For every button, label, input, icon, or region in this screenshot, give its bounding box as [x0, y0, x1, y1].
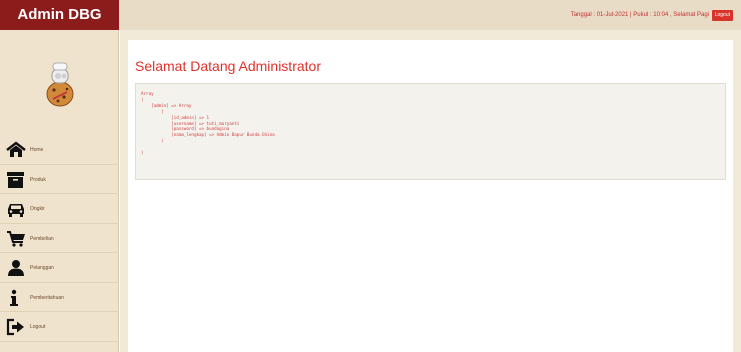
- code-line: (: [141, 108, 164, 114]
- code-line: [nama_lengkap] => Admin Dapur Bunda Ghin…: [141, 132, 275, 138]
- sign-out-icon: [6, 318, 24, 336]
- code-line: ): [141, 138, 164, 144]
- home-icon: [6, 141, 26, 157]
- session-dump-text: Array ( [admin] => Array ( [id_admin] =>…: [136, 84, 725, 163]
- sidebar-item-label: Pelanggan: [30, 265, 54, 271]
- sidebar-item-label: Home: [30, 147, 44, 153]
- cart-icon: [7, 230, 25, 247]
- code-line: (: [141, 96, 144, 102]
- sidebar-item-home[interactable]: Home: [0, 135, 119, 165]
- session-dump-box: Array ( [admin] => Array ( [id_admin] =>…: [135, 83, 726, 180]
- sidebar-item-pembelian[interactable]: Pembelian: [0, 224, 119, 253]
- code-line: [username] => tuti_maryanti: [141, 120, 240, 126]
- app-brand[interactable]: Admin DBG: [0, 0, 119, 30]
- box-icon: [7, 171, 24, 188]
- sidebar-item-label: Pembelian: [30, 235, 54, 242]
- user-icon: [8, 260, 24, 276]
- main-content: Selamat Datang Administrator Array ( [ad…: [120, 30, 741, 352]
- code-line: [admin] => Array: [141, 102, 192, 108]
- sidebar-item-produk[interactable]: Produk: [0, 165, 119, 194]
- sidebar-item-label: Produk: [30, 176, 46, 183]
- chef-cookie-avatar: [46, 62, 74, 107]
- code-line: ): [141, 150, 144, 156]
- sidebar-item-logout[interactable]: Logout: [0, 312, 119, 342]
- sidebar: Home Produk Ongkir Pembelian Pelanggan P…: [0, 30, 119, 352]
- sidebar-item-label: Logout: [30, 324, 46, 330]
- logout-button[interactable]: Logout: [711, 10, 733, 21]
- header-info: Tanggal : 01-Jul-2021 | Pukul : 10:04 , …: [570, 12, 709, 18]
- info-icon: [10, 289, 18, 306]
- code-line: [password] => bundagina: [141, 126, 230, 132]
- top-bar: Admin DBG Tanggal : 01-Jul-2021 | Pukul …: [0, 0, 741, 30]
- page-title: Selamat Datang Administrator: [135, 58, 321, 74]
- content-panel: Selamat Datang Administrator Array ( [ad…: [128, 40, 733, 352]
- code-line: Array: [141, 91, 154, 96]
- sidebar-item-label: Ongkir: [30, 206, 45, 212]
- sidebar-item-pemberitahuan[interactable]: Pemberitahuan: [0, 283, 119, 312]
- sidebar-menu: Home Produk Ongkir Pembelian Pelanggan P…: [0, 135, 119, 342]
- car-icon: [8, 204, 24, 217]
- sidebar-item-pelanggan[interactable]: Pelanggan: [0, 253, 119, 283]
- code-line: [id_admin] => 1: [141, 114, 210, 120]
- sidebar-item-label: Pemberitahuan: [30, 294, 64, 301]
- sidebar-item-ongkir[interactable]: Ongkir: [0, 194, 119, 224]
